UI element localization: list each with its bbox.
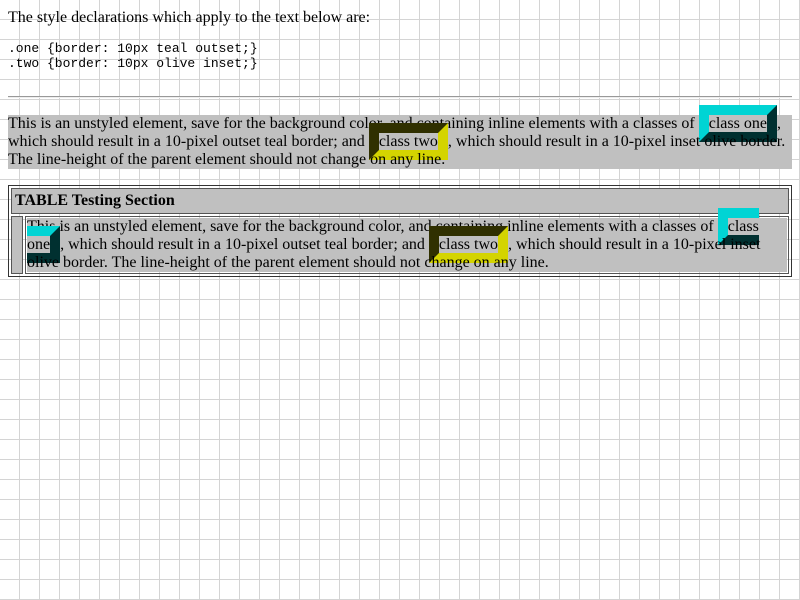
divider <box>8 96 792 98</box>
css-code: .one {border: 10px teal outset;} .two {b… <box>8 41 792 71</box>
table-test-paragraph: This is an unstyled element, save for th… <box>27 208 787 272</box>
table-content-cell: This is an unstyled element, save for th… <box>25 208 789 274</box>
test-table: TABLE Testing Section This is an unstyle… <box>8 185 792 277</box>
text: This is an unstyled element, save for th… <box>27 218 718 235</box>
intro-text: The style declarations which apply to th… <box>8 9 371 26</box>
test-paragraph: This is an unstyled element, save for th… <box>8 105 792 169</box>
table-header: TABLE Testing Section <box>11 188 789 214</box>
code-line-one: .one {border: 10px teal outset;} <box>8 41 258 56</box>
text: This is an unstyled element, save for th… <box>8 115 699 132</box>
code-line-two: .two {border: 10px olive inset;} <box>8 56 258 71</box>
text: , which should result in a 10-pixel outs… <box>60 236 429 253</box>
table-side-cell <box>11 216 23 274</box>
